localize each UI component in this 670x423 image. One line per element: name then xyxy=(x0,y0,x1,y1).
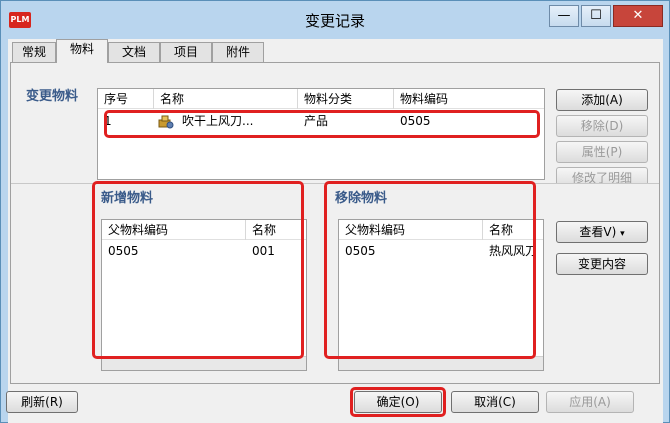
column-header-code[interactable]: 物料编码 xyxy=(394,89,546,109)
tab-documents[interactable]: 文档 xyxy=(108,42,160,62)
highlight-ok-button xyxy=(350,387,446,417)
tab-projects[interactable]: 项目 xyxy=(160,42,212,62)
highlight-removed-material xyxy=(324,181,536,359)
highlight-change-material-row xyxy=(104,110,540,138)
change-detail-button[interactable]: 修改了明细 xyxy=(556,167,648,183)
close-icon: ✕ xyxy=(632,8,644,23)
cancel-button[interactable]: 取消(C) xyxy=(451,391,539,413)
remove-button[interactable]: 移除(D) xyxy=(556,115,648,137)
dialog-body: 常规 物料 文档 项目 附件 变更物料 序号 名称 物料分类 物料编码 1 吹干… xyxy=(6,39,663,423)
tab-material[interactable]: 物料 xyxy=(56,39,108,63)
change-record-window: PLM 变更记录 — ☐ ✕ 常规 物料 文档 项目 附件 变更物料 序号 名称… xyxy=(0,0,670,423)
maximize-icon: ☐ xyxy=(590,8,602,23)
title-bar[interactable]: PLM 变更记录 — ☐ ✕ xyxy=(1,1,669,39)
tab-general[interactable]: 常规 xyxy=(12,42,56,62)
view-button-label: 查看V) xyxy=(579,225,617,239)
change-material-label: 变更物料 xyxy=(26,89,79,104)
column-header-name[interactable]: 名称 xyxy=(154,89,298,109)
maximize-button[interactable]: ☐ xyxy=(581,5,611,27)
add-button[interactable]: 添加(A) xyxy=(556,89,648,111)
close-button[interactable]: ✕ xyxy=(613,5,663,27)
caret-down-icon: ▾ xyxy=(620,229,625,239)
change-detail-button-clip: 修改了明细 xyxy=(556,167,648,183)
tab-attachments[interactable]: 附件 xyxy=(212,42,264,62)
refresh-button[interactable]: 刷新(R) xyxy=(6,391,78,413)
minimize-icon: — xyxy=(557,8,571,23)
change-material-header: 序号 名称 物料分类 物料编码 xyxy=(98,89,544,109)
column-header-category[interactable]: 物料分类 xyxy=(298,89,394,109)
apply-button[interactable]: 应用(A) xyxy=(546,391,634,413)
properties-button[interactable]: 属性(P) xyxy=(556,141,648,163)
column-header-index[interactable]: 序号 xyxy=(98,89,154,109)
view-dropdown-button[interactable]: 查看V) ▾ xyxy=(556,221,648,243)
highlight-added-material xyxy=(92,181,304,359)
minimize-button[interactable]: — xyxy=(549,5,579,27)
change-content-button[interactable]: 变更内容 xyxy=(556,253,648,275)
